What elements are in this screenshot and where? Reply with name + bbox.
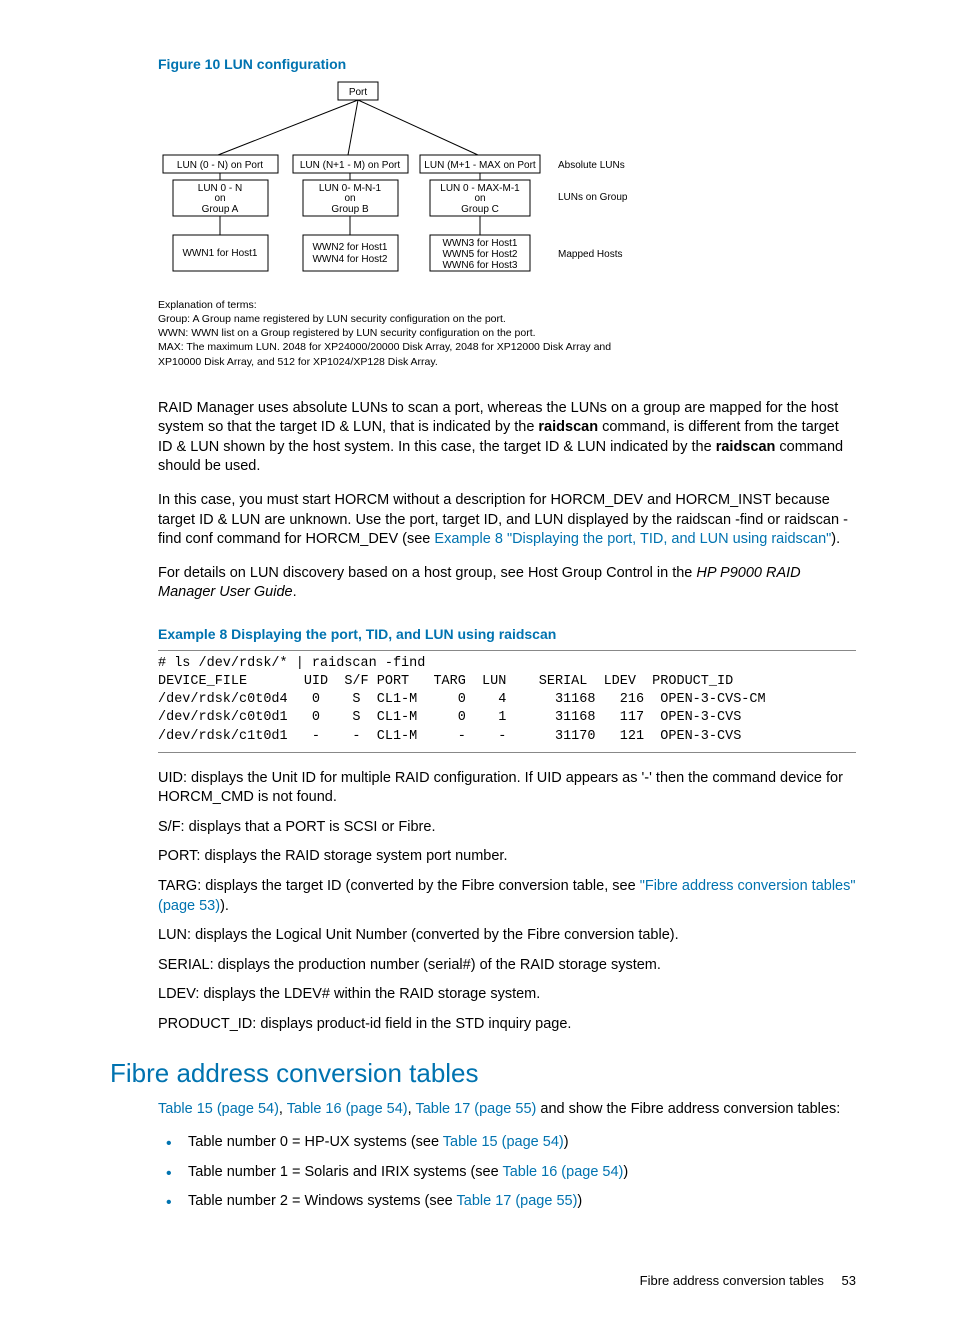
text: For details on LUN discovery based on a … [158, 565, 696, 581]
svg-text:LUNs on Group: LUNs on Group [558, 192, 628, 203]
footnote-line: WWN: WWN list on a Group registered by L… [158, 327, 536, 339]
text: ). [220, 898, 229, 914]
svg-text:LUN (0 - N) on Port: LUN (0 - N) on Port [177, 160, 263, 171]
def-ldev: LDEV: displays the LDEV# within the RAID… [158, 985, 856, 1005]
text: and show the Fibre address conversion ta… [536, 1101, 840, 1117]
code-block: # ls /dev/rdsk/* | raidscan -find DEVICE… [158, 650, 856, 753]
def-port: PORT: displays the RAID storage system p… [158, 847, 856, 867]
svg-text:WWN1 for Host1: WWN1 for Host1 [182, 248, 257, 259]
svg-text:on: on [214, 193, 225, 204]
svg-text:on: on [344, 193, 355, 204]
table16-link[interactable]: Table 16 (page 54) [287, 1101, 408, 1117]
example-caption: Example 8 Displaying the port, TID, and … [158, 625, 856, 644]
def-uid: UID: displays the Unit ID for multiple R… [158, 769, 856, 808]
footnote-line: MAX: The maximum LUN. 2048 for XP24000/2… [158, 341, 611, 353]
definition-list: UID: displays the Unit ID for multiple R… [158, 769, 856, 1035]
page-number: 53 [842, 1273, 856, 1288]
svg-text:LUN (M+1 - MAX on Port: LUN (M+1 - MAX on Port [424, 160, 536, 171]
text: Table number 2 = Windows systems (see [188, 1193, 457, 1209]
bold-text: raidscan [538, 419, 598, 435]
text: TARG: displays the target ID (converted … [158, 878, 640, 894]
svg-text:on: on [474, 193, 485, 204]
svg-text:WWN6 for Host3: WWN6 for Host3 [442, 260, 517, 271]
text: ) [577, 1193, 582, 1209]
text: ) [623, 1164, 628, 1180]
svg-text:WWN4 for Host2: WWN4 for Host2 [312, 254, 387, 265]
bold-text: raidscan [716, 439, 776, 455]
section-intro: Table 15 (page 54), Table 16 (page 54), … [158, 1100, 856, 1120]
list-item: Table number 2 = Windows systems (see Ta… [188, 1192, 856, 1212]
svg-text:Mapped Hosts: Mapped Hosts [558, 249, 622, 260]
bullet-list: Table number 0 = HP-UX systems (see Tabl… [158, 1133, 856, 1212]
footnote-title: Explanation of terms: [158, 299, 257, 311]
text: Table number 1 = Solaris and IRIX system… [188, 1164, 502, 1180]
svg-text:Group A: Group A [202, 204, 239, 215]
text: . [293, 584, 297, 600]
section-heading: Fibre address conversion tables [110, 1056, 856, 1091]
def-productid: PRODUCT_ID: displays product-id field in… [158, 1015, 856, 1035]
list-item: Table number 0 = HP-UX systems (see Tabl… [188, 1133, 856, 1153]
svg-text:LUN (N+1 - M) on Port: LUN (N+1 - M) on Port [300, 160, 401, 171]
svg-text:Group C: Group C [461, 204, 499, 215]
text: , [279, 1101, 287, 1117]
def-sf: S/F: displays that a PORT is SCSI or Fib… [158, 818, 856, 838]
svg-text:Absolute LUNs: Absolute LUNs [558, 160, 625, 171]
paragraph: In this case, you must start HORCM witho… [158, 491, 856, 550]
list-item: Table number 1 = Solaris and IRIX system… [188, 1163, 856, 1183]
figure-caption: Figure 10 LUN configuration [158, 55, 856, 74]
table16-link[interactable]: Table 16 (page 54) [502, 1164, 623, 1180]
table15-link[interactable]: Table 15 (page 54) [158, 1101, 279, 1117]
def-targ: TARG: displays the target ID (converted … [158, 877, 856, 916]
text: ). [831, 531, 840, 547]
table15-link[interactable]: Table 15 (page 54) [443, 1134, 564, 1150]
def-lun: LUN: displays the Logical Unit Number (c… [158, 926, 856, 946]
table17-link[interactable]: Table 17 (page 55) [457, 1193, 578, 1209]
text: Table number 0 = HP-UX systems (see [188, 1134, 443, 1150]
lun-diagram: .bx { fill:#fff; stroke:#000; stroke-wid… [158, 80, 856, 290]
svg-text:Port: Port [349, 87, 368, 98]
footnote-line: Group: A Group name registered by LUN se… [158, 313, 506, 325]
diagram-footnote: Explanation of terms: Group: A Group nam… [158, 298, 856, 369]
footnote-line: XP10000 Disk Array, and 512 for XP1024/X… [158, 356, 438, 368]
paragraph: RAID Manager uses absolute LUNs to scan … [158, 399, 856, 477]
page-footer: Fibre address conversion tables 53 [110, 1272, 856, 1290]
svg-text:Group B: Group B [331, 204, 369, 215]
svg-text:WWN3 for Host1: WWN3 for Host1 [442, 238, 517, 249]
svg-text:WWN5 for Host2: WWN5 for Host2 [442, 249, 517, 260]
text: ) [564, 1134, 569, 1150]
paragraph: For details on LUN discovery based on a … [158, 564, 856, 603]
svg-text:WWN2 for Host1: WWN2 for Host1 [312, 242, 387, 253]
table17-link[interactable]: Table 17 (page 55) [415, 1101, 536, 1117]
def-serial: SERIAL: displays the production number (… [158, 956, 856, 976]
example-link[interactable]: Example 8 "Displaying the port, TID, and… [434, 531, 831, 547]
footer-title: Fibre address conversion tables [640, 1273, 824, 1288]
